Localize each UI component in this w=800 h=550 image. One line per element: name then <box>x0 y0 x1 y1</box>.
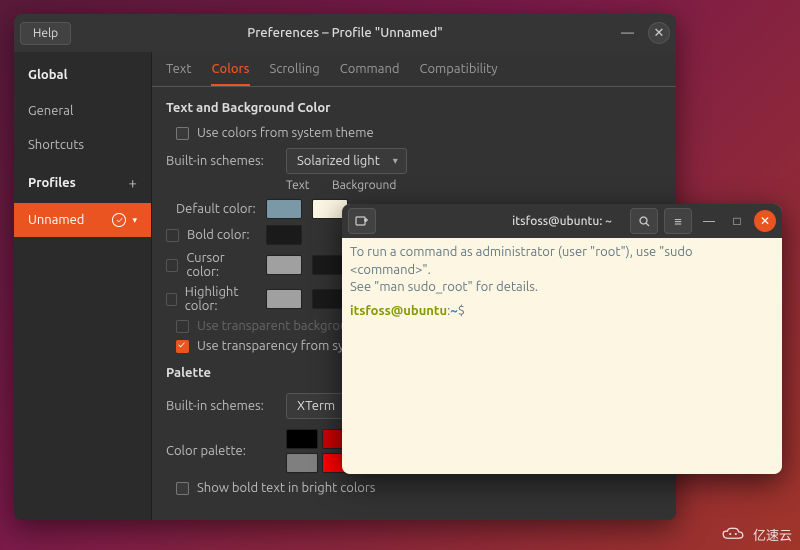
prompt-path: ~ <box>450 304 457 318</box>
terminal-prompt: itsfoss@ubuntu:~$ <box>350 303 774 321</box>
sidebar-global-header: Global <box>14 56 151 94</box>
terminal-titlebar: itsfoss@ubuntu: ~ ≡ — □ ✕ <box>342 204 782 238</box>
cursor-color-label: Cursor color: <box>166 251 256 279</box>
tab-command[interactable]: Command <box>340 62 400 86</box>
minimize-icon[interactable]: — <box>698 210 720 232</box>
maximize-icon[interactable]: □ <box>726 210 748 232</box>
close-icon[interactable]: ✕ <box>754 210 776 232</box>
prompt-user: itsfoss@ubuntu <box>350 304 447 318</box>
window-title: Preferences – Profile "Unnamed" <box>247 26 442 40</box>
builtin-scheme-row: Built-in schemes: Solarized light <box>166 143 662 179</box>
sidebar-item-unnamed[interactable]: Unnamed ✓ ▾ <box>14 203 151 237</box>
minimize-icon[interactable]: — <box>621 26 634 40</box>
checkbox-icon[interactable] <box>176 340 189 353</box>
color-palette-label: Color palette: <box>166 444 276 458</box>
terminal-line: See "man sudo_root" for details. <box>350 279 774 297</box>
background-column-label: Background <box>332 179 412 192</box>
tabs: Text Colors Scrolling Command Compatibil… <box>152 52 676 87</box>
checkbox-icon[interactable] <box>176 482 189 495</box>
checkbox-icon <box>176 320 189 333</box>
text-column-label: Text <box>286 179 328 192</box>
hamburger-menu-icon[interactable]: ≡ <box>664 208 692 234</box>
profile-check-icon: ✓ <box>112 213 126 227</box>
checkbox-icon[interactable] <box>176 127 189 140</box>
highlight-color-label: Highlight color: <box>166 285 256 313</box>
checkbox-icon[interactable] <box>166 229 179 242</box>
checkbox-label: Show bold text in bright colors <box>197 481 375 495</box>
sidebar: Global General Shortcuts Profiles + Unna… <box>14 52 152 520</box>
checkbox-icon[interactable] <box>166 259 178 272</box>
sidebar-item-general[interactable]: General <box>14 94 151 128</box>
builtin-label: Built-in schemes: <box>166 154 276 168</box>
color-columns-header: Text Background <box>286 179 662 192</box>
terminal-body[interactable]: To run a command as administrator (user … <box>342 238 782 474</box>
add-profile-icon[interactable]: + <box>129 174 137 191</box>
preferences-titlebar: Help Preferences – Profile "Unnamed" — ✕ <box>14 14 676 52</box>
palette-swatch[interactable] <box>286 453 318 473</box>
tab-scrolling[interactable]: Scrolling <box>270 62 320 86</box>
cursor-text-swatch[interactable] <box>266 255 302 275</box>
palette-scheme-label: Built-in schemes: <box>166 399 276 413</box>
highlight-text-swatch[interactable] <box>266 289 302 309</box>
tab-colors[interactable]: Colors <box>211 62 249 86</box>
show-bold-bright-row[interactable]: Show bold text in bright colors <box>166 478 662 498</box>
terminal-left-buttons <box>348 208 376 234</box>
new-tab-icon[interactable] <box>348 208 376 234</box>
terminal-line: To run a command as administrator (user … <box>350 244 774 279</box>
bold-text-swatch[interactable] <box>266 225 302 245</box>
sidebar-profiles-header: Profiles + <box>14 162 151 203</box>
default-text-swatch[interactable] <box>266 199 302 219</box>
help-button[interactable]: Help <box>20 22 71 45</box>
builtin-scheme-select[interactable]: Solarized light <box>286 148 407 174</box>
checkbox-label: Use transparent background <box>197 319 362 333</box>
checkbox-label: Use colors from system theme <box>197 126 374 140</box>
tab-text[interactable]: Text <box>166 62 191 86</box>
sidebar-item-shortcuts[interactable]: Shortcuts <box>14 128 151 162</box>
default-color-label: Default color: <box>166 202 256 216</box>
use-system-theme-row[interactable]: Use colors from system theme <box>166 123 662 143</box>
cloud-icon <box>719 524 747 544</box>
close-icon[interactable]: ✕ <box>648 22 670 44</box>
profile-dropdown-icon[interactable]: ▾ <box>132 215 137 226</box>
terminal-right-buttons: ≡ — □ ✕ <box>630 208 776 234</box>
palette-swatch[interactable] <box>286 429 318 449</box>
tab-compatibility[interactable]: Compatibility <box>420 62 498 86</box>
search-icon[interactable] <box>630 208 658 234</box>
section-title: Text and Background Color <box>166 101 662 115</box>
terminal-window: itsfoss@ubuntu: ~ ≡ — □ ✕ To run a comma… <box>342 204 782 474</box>
checkbox-icon[interactable] <box>166 293 177 306</box>
watermark: 亿速云 <box>719 524 792 544</box>
terminal-title: itsfoss@ubuntu: ~ <box>512 215 612 228</box>
bold-color-label: Bold color: <box>166 228 256 242</box>
titlebar-actions: — ✕ <box>621 22 670 44</box>
sidebar-item-label: Unnamed <box>28 213 84 227</box>
